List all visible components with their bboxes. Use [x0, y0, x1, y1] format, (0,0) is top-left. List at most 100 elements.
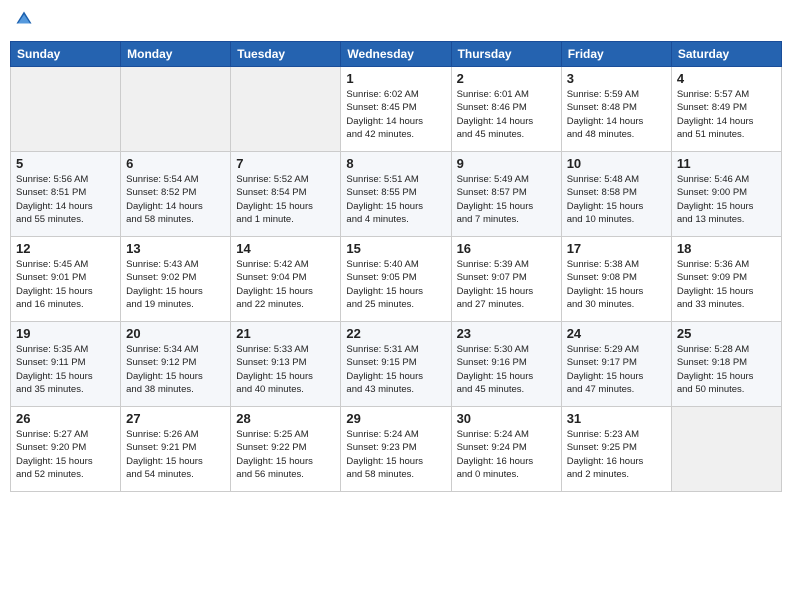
cell-info: Sunrise: 5:46 AMSunset: 9:00 PMDaylight:… — [677, 173, 776, 226]
day-number: 5 — [16, 156, 115, 171]
day-number: 28 — [236, 411, 335, 426]
cell-info: Sunrise: 5:43 AMSunset: 9:02 PMDaylight:… — [126, 258, 225, 311]
day-number: 13 — [126, 241, 225, 256]
day-number: 22 — [346, 326, 445, 341]
cell-info: Sunrise: 5:25 AMSunset: 9:22 PMDaylight:… — [236, 428, 335, 481]
cell-info: Sunrise: 5:27 AMSunset: 9:20 PMDaylight:… — [16, 428, 115, 481]
cell-info: Sunrise: 5:40 AMSunset: 9:05 PMDaylight:… — [346, 258, 445, 311]
logo-icon — [15, 10, 33, 28]
calendar-cell: 12 Sunrise: 5:45 AMSunset: 9:01 PMDayligh… — [11, 237, 121, 322]
day-number: 31 — [567, 411, 666, 426]
cell-info: Sunrise: 5:38 AMSunset: 9:08 PMDaylight:… — [567, 258, 666, 311]
calendar-cell: 28 Sunrise: 5:25 AMSunset: 9:22 PMDayligh… — [231, 407, 341, 492]
column-header-thursday: Thursday — [451, 42, 561, 67]
column-header-friday: Friday — [561, 42, 671, 67]
calendar-cell: 11 Sunrise: 5:46 AMSunset: 9:00 PMDayligh… — [671, 152, 781, 237]
cell-info: Sunrise: 5:24 AMSunset: 9:24 PMDaylight:… — [457, 428, 556, 481]
day-number: 15 — [346, 241, 445, 256]
calendar-header-row: SundayMondayTuesdayWednesdayThursdayFrid… — [11, 42, 782, 67]
calendar-cell: 10 Sunrise: 5:48 AMSunset: 8:58 PMDayligh… — [561, 152, 671, 237]
calendar-cell: 4 Sunrise: 5:57 AMSunset: 8:49 PMDaylight… — [671, 67, 781, 152]
page-header — [10, 10, 782, 33]
calendar-week-row: 5 Sunrise: 5:56 AMSunset: 8:51 PMDaylight… — [11, 152, 782, 237]
day-number: 3 — [567, 71, 666, 86]
cell-info: Sunrise: 5:57 AMSunset: 8:49 PMDaylight:… — [677, 88, 776, 141]
calendar-cell: 6 Sunrise: 5:54 AMSunset: 8:52 PMDaylight… — [121, 152, 231, 237]
calendar-cell — [121, 67, 231, 152]
calendar-cell: 19Sunrise: 5:35 AMSunset: 9:11 PMDayligh… — [11, 322, 121, 407]
calendar-cell: 30 Sunrise: 5:24 AMSunset: 9:24 PMDayligh… — [451, 407, 561, 492]
cell-info: Sunrise: 5:56 AMSunset: 8:51 PMDaylight:… — [16, 173, 115, 226]
cell-info: Sunrise: 5:29 AMSunset: 9:17 PMDaylight:… — [567, 343, 666, 396]
cell-info: Sunrise: 5:54 AMSunset: 8:52 PMDaylight:… — [126, 173, 225, 226]
calendar-cell: 7Sunrise: 5:52 AMSunset: 8:54 PMDaylight… — [231, 152, 341, 237]
calendar-week-row: 1 Sunrise: 6:02 AMSunset: 8:45 PMDaylight… — [11, 67, 782, 152]
cell-info: Sunrise: 5:48 AMSunset: 8:58 PMDaylight:… — [567, 173, 666, 226]
cell-info: Sunrise: 5:39 AMSunset: 9:07 PMDaylight:… — [457, 258, 556, 311]
cell-info: Sunrise: 5:26 AMSunset: 9:21 PMDaylight:… — [126, 428, 225, 481]
cell-info: Sunrise: 5:45 AMSunset: 9:01 PMDaylight:… — [16, 258, 115, 311]
calendar-cell: 20 Sunrise: 5:34 AMSunset: 9:12 PMDayligh… — [121, 322, 231, 407]
day-number: 26 — [16, 411, 115, 426]
calendar-cell: 16 Sunrise: 5:39 AMSunset: 9:07 PMDayligh… — [451, 237, 561, 322]
calendar-cell: 31 Sunrise: 5:23 AMSunset: 9:25 PMDayligh… — [561, 407, 671, 492]
calendar-cell: 14 Sunrise: 5:42 AMSunset: 9:04 PMDayligh… — [231, 237, 341, 322]
calendar-cell: 13 Sunrise: 5:43 AMSunset: 9:02 PMDayligh… — [121, 237, 231, 322]
calendar-cell: 23 Sunrise: 5:30 AMSunset: 9:16 PMDayligh… — [451, 322, 561, 407]
day-number: 29 — [346, 411, 445, 426]
cell-info: Sunrise: 5:31 AMSunset: 9:15 PMDaylight:… — [346, 343, 445, 396]
day-number: 12 — [16, 241, 115, 256]
calendar-cell: 15 Sunrise: 5:40 AMSunset: 9:05 PMDayligh… — [341, 237, 451, 322]
calendar-cell: 27Sunrise: 5:26 AMSunset: 9:21 PMDayligh… — [121, 407, 231, 492]
day-number: 17 — [567, 241, 666, 256]
calendar-cell: 25Sunrise: 5:28 AMSunset: 9:18 PMDayligh… — [671, 322, 781, 407]
cell-info: Sunrise: 5:42 AMSunset: 9:04 PMDaylight:… — [236, 258, 335, 311]
day-number: 11 — [677, 156, 776, 171]
day-number: 10 — [567, 156, 666, 171]
calendar-cell: 8 Sunrise: 5:51 AMSunset: 8:55 PMDaylight… — [341, 152, 451, 237]
calendar-table: SundayMondayTuesdayWednesdayThursdayFrid… — [10, 41, 782, 492]
day-number: 2 — [457, 71, 556, 86]
day-number: 14 — [236, 241, 335, 256]
cell-info: Sunrise: 5:51 AMSunset: 8:55 PMDaylight:… — [346, 173, 445, 226]
day-number: 18 — [677, 241, 776, 256]
calendar-cell: 18 Sunrise: 5:36 AMSunset: 9:09 PMDayligh… — [671, 237, 781, 322]
calendar-week-row: 12 Sunrise: 5:45 AMSunset: 9:01 PMDayligh… — [11, 237, 782, 322]
day-number: 1 — [346, 71, 445, 86]
cell-info: Sunrise: 5:59 AMSunset: 8:48 PMDaylight:… — [567, 88, 666, 141]
calendar-cell: 22 Sunrise: 5:31 AMSunset: 9:15 PMDayligh… — [341, 322, 451, 407]
day-number: 8 — [346, 156, 445, 171]
day-number: 20 — [126, 326, 225, 341]
calendar-week-row: 26 Sunrise: 5:27 AMSunset: 9:20 PMDayligh… — [11, 407, 782, 492]
day-number: 30 — [457, 411, 556, 426]
column-header-monday: Monday — [121, 42, 231, 67]
day-number: 23 — [457, 326, 556, 341]
day-number: 21 — [236, 326, 335, 341]
column-header-tuesday: Tuesday — [231, 42, 341, 67]
column-header-sunday: Sunday — [11, 42, 121, 67]
cell-info: Sunrise: 6:02 AMSunset: 8:45 PMDaylight:… — [346, 88, 445, 141]
calendar-cell: 3 Sunrise: 5:59 AMSunset: 8:48 PMDaylight… — [561, 67, 671, 152]
day-number: 16 — [457, 241, 556, 256]
cell-info: Sunrise: 5:24 AMSunset: 9:23 PMDaylight:… — [346, 428, 445, 481]
calendar-cell: 17 Sunrise: 5:38 AMSunset: 9:08 PMDayligh… — [561, 237, 671, 322]
calendar-cell: 1 Sunrise: 6:02 AMSunset: 8:45 PMDaylight… — [341, 67, 451, 152]
cell-info: Sunrise: 5:34 AMSunset: 9:12 PMDaylight:… — [126, 343, 225, 396]
cell-info: Sunrise: 5:28 AMSunset: 9:18 PMDaylight:… — [677, 343, 776, 396]
calendar-week-row: 19Sunrise: 5:35 AMSunset: 9:11 PMDayligh… — [11, 322, 782, 407]
calendar-cell: 5 Sunrise: 5:56 AMSunset: 8:51 PMDaylight… — [11, 152, 121, 237]
cell-info: Sunrise: 5:33 AMSunset: 9:13 PMDaylight:… — [236, 343, 335, 396]
day-number: 4 — [677, 71, 776, 86]
calendar-cell — [671, 407, 781, 492]
cell-info: Sunrise: 5:23 AMSunset: 9:25 PMDaylight:… — [567, 428, 666, 481]
cell-info: Sunrise: 5:36 AMSunset: 9:09 PMDaylight:… — [677, 258, 776, 311]
cell-info: Sunrise: 5:30 AMSunset: 9:16 PMDaylight:… — [457, 343, 556, 396]
day-number: 19 — [16, 326, 115, 341]
calendar-cell: 24 Sunrise: 5:29 AMSunset: 9:17 PMDayligh… — [561, 322, 671, 407]
day-number: 24 — [567, 326, 666, 341]
calendar-cell: 21 Sunrise: 5:33 AMSunset: 9:13 PMDayligh… — [231, 322, 341, 407]
day-number: 7 — [236, 156, 335, 171]
logo — [14, 10, 35, 33]
calendar-cell — [231, 67, 341, 152]
day-number: 6 — [126, 156, 225, 171]
